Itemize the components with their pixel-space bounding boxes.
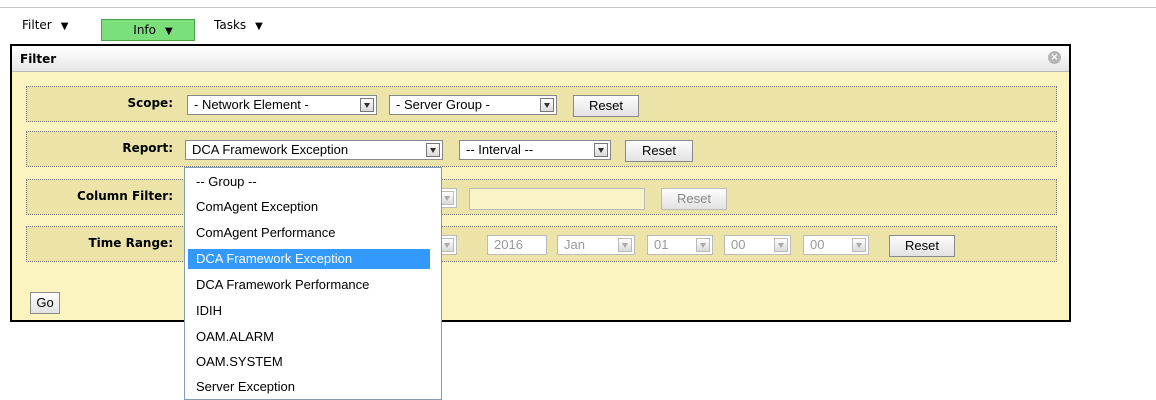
time-range-label: Time Range: [88,236,173,250]
time-range-row: Time Range: 2016 Jan 01 00 00 Reset [26,226,1057,262]
dropdown-arrow-icon [426,143,440,157]
column-filter-label: Column Filter: [77,189,173,203]
dropdown-arrow-icon [852,238,866,252]
dropdown-option[interactable]: ComAgent Exception [188,197,430,217]
menu-filter[interactable]: Filter ▼ [22,14,68,36]
dropdown-arrow-icon [360,98,374,112]
dropdown-option[interactable]: DCA Framework Performance [188,275,430,295]
time-range-reset-button[interactable]: Reset [889,235,955,257]
minute-value: 00 [810,237,825,252]
column-filter-input[interactable] [469,188,645,210]
report-reset-button[interactable]: Reset [625,140,693,162]
dropdown-arrow-icon [540,98,554,112]
report-dropdown-list: -- Group -- ComAgent Exception ComAgent … [184,167,442,400]
network-element-select[interactable]: - Network Element - [187,95,377,115]
panel-header: Filter × [12,46,1069,72]
go-button[interactable]: Go [30,292,60,314]
dropdown-option[interactable]: -- Group -- [188,172,430,192]
report-selected-value: DCA Framework Exception [192,142,349,157]
dropdown-arrow-icon [774,238,788,252]
menu-tasks-label: Tasks [214,18,247,32]
caret-down-icon: ▼ [60,21,69,32]
day-select[interactable]: 01 [647,235,713,255]
dropdown-option[interactable]: Server Exception [188,377,430,397]
month-select[interactable]: Jan [557,235,635,255]
column-filter-reset-button[interactable]: Reset [661,188,727,210]
year-value: 2016 [494,237,523,252]
dropdown-arrow-icon [618,238,632,252]
scope-reset-button[interactable]: Reset [573,95,639,117]
menu-info-label: Info [133,23,156,37]
year-input[interactable]: 2016 [487,235,547,255]
menu-filter-label: Filter [22,18,52,32]
report-select[interactable]: DCA Framework Exception [185,140,443,160]
dropdown-option[interactable]: OAM.SYSTEM [188,352,430,372]
caret-down-icon: ▼ [165,26,173,37]
menu-info[interactable]: Info ▼ [101,19,195,41]
hour-select[interactable]: 00 [724,235,791,255]
server-group-select[interactable]: - Server Group - [389,95,557,115]
interval-value: -- Interval -- [466,142,534,157]
day-value: 01 [654,237,669,252]
dropdown-arrow-icon [696,238,710,252]
dropdown-arrow-icon [594,143,608,157]
scope-label: Scope: [127,96,173,110]
caret-down-icon: ▼ [255,21,263,32]
network-element-value: - Network Element - [194,97,309,112]
dropdown-arrow-icon [440,238,454,252]
interval-select[interactable]: -- Interval -- [459,140,611,160]
scope-row: Scope: - Network Element - - Server Grou… [26,86,1057,122]
dropdown-option[interactable]: OAM.ALARM [188,327,430,347]
server-group-value: - Server Group - [396,97,490,112]
dropdown-arrow-icon [440,191,454,205]
close-icon[interactable]: × [1048,51,1061,64]
top-divider [0,7,1156,8]
report-label: Report: [122,141,173,155]
hour-value: 00 [731,237,746,252]
menu-tasks[interactable]: Tasks ▼ [214,14,263,36]
minute-select[interactable]: 00 [803,235,869,255]
column-filter-row: Column Filter: Reset [26,179,1057,215]
dropdown-option[interactable]: IDIH [188,301,430,321]
month-value: Jan [564,237,585,252]
dropdown-option-selected[interactable]: DCA Framework Exception [188,249,430,269]
filter-panel: Filter × Scope: - Network Element - - Se… [10,44,1071,322]
dropdown-option[interactable]: ComAgent Performance [188,223,430,243]
report-row: Report: DCA Framework Exception -- Inter… [26,131,1057,167]
panel-title: Filter [20,52,57,66]
